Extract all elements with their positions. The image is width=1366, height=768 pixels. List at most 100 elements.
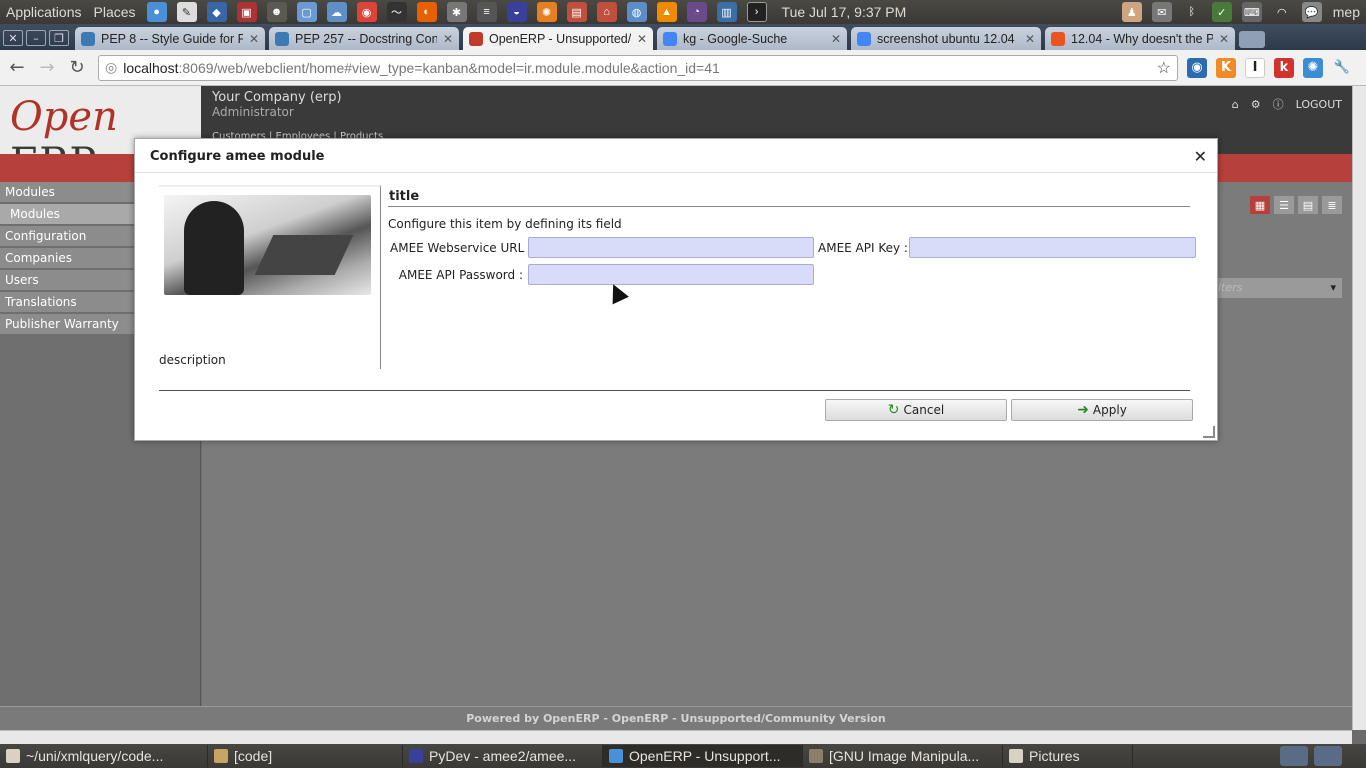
horizontal-scrollbar[interactable] [0, 730, 1352, 744]
taskbar-window-button[interactable]: Pictures [1003, 745, 1133, 767]
taskbar-window-button[interactable]: [code] [208, 745, 403, 767]
text-editor-launcher-icon[interactable]: ✎ [176, 2, 197, 22]
wrench-menu-icon[interactable]: 🔧 [1332, 58, 1352, 78]
browser-tab[interactable]: OpenERP - Unsupported/C ✕ [463, 27, 653, 50]
vlc-launcher-icon[interactable]: ▲ [656, 2, 677, 22]
keyboard-layout-icon[interactable]: ⌨ [1241, 2, 1262, 22]
api-key-input[interactable] [909, 237, 1196, 258]
panel-user-name[interactable]: mep [1333, 4, 1360, 20]
apply-button[interactable]: ➜ Apply [1011, 399, 1193, 421]
url-host: localhost [123, 59, 179, 76]
browser-tab[interactable]: 12.04 - Why doesn't the P ✕ [1045, 27, 1235, 50]
wifi-icon[interactable]: ◠ [1272, 2, 1292, 22]
logout-link[interactable]: LOGOUT [1296, 98, 1342, 111]
address-bar[interactable]: ◎ localhost:8069/web/webclient/home#view… [98, 54, 1178, 81]
bluetooth-icon[interactable]: ᛒ [1182, 2, 1202, 22]
apply-arrow-icon: ➜ [1077, 402, 1089, 418]
chat-status-icon[interactable]: 💬 [1301, 2, 1322, 22]
cancel-icon: ↻ [887, 402, 900, 418]
globe-extension-icon[interactable]: ◉ [1187, 57, 1207, 78]
webservice-url-input[interactable] [528, 237, 814, 258]
folder-launcher-icon[interactable]: ▤ [566, 2, 587, 22]
tab-title: PEP 8 -- Style Guide for Py [101, 31, 243, 46]
bookmark-star-icon[interactable]: ☆ [1157, 58, 1171, 78]
browser-tab[interactable]: PEP 8 -- Style Guide for Py ✕ [75, 27, 265, 50]
k-extension-icon[interactable]: K [1216, 57, 1236, 78]
gear-extension-icon[interactable]: ✺ [1303, 57, 1323, 78]
company-info: Your Company (erp) Administrator [212, 90, 342, 120]
back-icon[interactable]: ← [4, 55, 30, 81]
tabs-container: PEP 8 -- Style Guide for Py ✕ PEP 257 -- D… [75, 27, 1239, 50]
tab-close-icon[interactable]: ✕ [249, 32, 259, 46]
settings-launcher-icon[interactable]: ✺ [536, 2, 557, 22]
home-folder-launcher-icon[interactable]: ⌂ [596, 2, 617, 22]
reload-icon[interactable]: ↻ [64, 55, 90, 81]
resize-grip-icon[interactable] [1203, 426, 1215, 438]
dialog-divider [159, 390, 1190, 391]
monitor-launcher-icon[interactable]: ▥ [716, 2, 737, 22]
panel-clock[interactable]: Tue Jul 17, 9:37 PM [782, 4, 907, 20]
scanner-launcher-icon[interactable]: ≡ [476, 2, 497, 22]
update-indicator-icon[interactable]: ✓ [1211, 2, 1232, 22]
window-app-icon [6, 749, 20, 763]
taskbar-window-button[interactable]: OpenERP - Unsupport... [603, 745, 803, 767]
places-menu[interactable]: Places [88, 4, 142, 20]
window-title: OpenERP - Unsupport... [629, 748, 781, 764]
taskbar-window-button[interactable]: PyDev - amee2/amee... [403, 745, 603, 767]
window-title: Pictures [1029, 748, 1080, 764]
page-info-icon[interactable]: ◎ [105, 59, 117, 76]
mail-indicator-icon[interactable]: ✉ [1151, 2, 1172, 22]
workspace-switcher [1280, 746, 1366, 766]
webservice-url-row: AMEE Webservice URL : [390, 237, 814, 258]
user-status-icon[interactable]: ♟ [1121, 2, 1142, 22]
workspace-2[interactable] [1314, 746, 1342, 766]
new-tab-button[interactable] [1239, 31, 1265, 48]
cancel-button[interactable]: ↻ Cancel [825, 399, 1007, 421]
laptop-figure [254, 235, 354, 275]
applications-menu[interactable]: Applications [0, 4, 88, 20]
pidgin-launcher-icon[interactable]: ☁ [326, 2, 347, 22]
close-icon[interactable]: ✕ [1194, 147, 1207, 166]
network-launcher-icon[interactable]: ◆ [206, 2, 227, 22]
preferences-gear-icon[interactable]: ⚙ [1251, 98, 1261, 111]
tab-close-icon[interactable]: ✕ [1025, 32, 1035, 46]
browser-tab[interactable]: kg - Google-Suche ✕ [657, 27, 847, 50]
firefox-launcher-icon[interactable]: ◐ [416, 2, 437, 22]
globe-launcher-icon[interactable]: ◍ [626, 2, 647, 22]
i-extension-icon[interactable]: I [1245, 57, 1265, 78]
window-close-icon[interactable]: ✕ [3, 30, 23, 46]
tab-close-icon[interactable]: ✕ [443, 32, 453, 46]
window-restore-icon[interactable]: ❐ [49, 30, 69, 46]
chromium-launcher-icon[interactable]: ● [146, 2, 167, 22]
window-app-icon [214, 749, 228, 763]
taskbar-window-button[interactable]: ~/uni/xmlquery/code... [0, 745, 208, 767]
forward-icon[interactable]: → [34, 55, 60, 81]
terminal-launcher-icon[interactable]: › [746, 2, 767, 22]
image-viewer-launcher-icon[interactable]: ▣ [236, 2, 257, 22]
tab-title: screenshot ubuntu 12.04 [877, 31, 1015, 46]
tab-close-icon[interactable]: ✕ [1219, 32, 1229, 46]
browser-tab[interactable]: screenshot ubuntu 12.04 ✕ [851, 27, 1041, 50]
api-password-input[interactable] [528, 264, 814, 285]
tab-close-icon[interactable]: ✕ [637, 32, 647, 46]
tools-launcher-icon[interactable]: ✱ [446, 2, 467, 22]
eclipse-launcher-icon[interactable]: ◒ [506, 2, 527, 22]
pidgin-bird-launcher-icon[interactable]: ◔ [686, 2, 707, 22]
dialog-image-panel: description [159, 185, 381, 369]
system-monitor-launcher-icon[interactable]: 〜 [386, 2, 407, 22]
tab-favicon-icon [857, 31, 871, 46]
browser-tab[interactable]: PEP 257 -- Docstring Conv ✕ [269, 27, 459, 50]
gimp-launcher-icon[interactable]: ☻ [266, 2, 287, 22]
vertical-scrollbar[interactable] [1352, 86, 1366, 730]
about-info-icon[interactable]: ⓘ [1273, 96, 1284, 112]
window-app-icon [809, 749, 823, 763]
window-minimize-icon[interactable]: – [26, 30, 46, 46]
k-red-extension-icon[interactable]: k [1274, 57, 1294, 78]
box-launcher-icon[interactable]: ▢ [296, 2, 317, 22]
home-icon[interactable]: ⌂ [1232, 98, 1239, 111]
workspace-1[interactable] [1280, 746, 1308, 766]
taskbar-window-button[interactable]: [GNU Image Manipula... [803, 745, 1003, 767]
window-title: [GNU Image Manipula... [829, 748, 980, 764]
tab-close-icon[interactable]: ✕ [831, 32, 841, 46]
chrome-launcher-icon[interactable]: ◉ [356, 2, 377, 22]
